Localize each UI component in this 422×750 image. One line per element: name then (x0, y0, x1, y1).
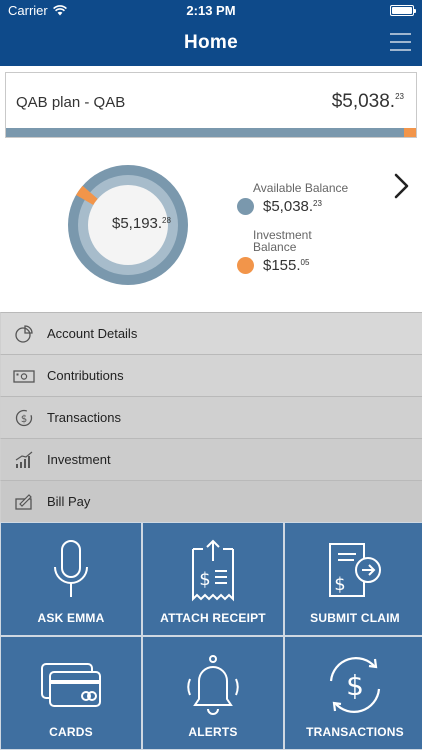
menu-item-label: Contributions (47, 368, 124, 383)
menu-item-label: Bill Pay (47, 494, 91, 509)
plan-balance-bar (6, 128, 416, 137)
available-balance-main: $5,038. (263, 198, 314, 215)
svg-text:$: $ (334, 574, 345, 595)
menu-item-label: Transactions (47, 410, 121, 425)
available-balance-cents: 23 (313, 199, 322, 208)
pie-chart-icon (13, 324, 35, 344)
plan-card[interactable]: QAB plan - QAB $5,038.23 (5, 72, 417, 138)
battery-icon (390, 5, 416, 16)
cards-tile[interactable]: CARDS (1, 637, 141, 749)
svg-text:$: $ (346, 669, 364, 702)
investment-balance-row: $155.05 (237, 257, 387, 274)
menu-line (390, 41, 411, 43)
donut-total-cents: 28 (162, 216, 171, 225)
donut-total-main: $5,193. (112, 215, 163, 232)
menu-item-bill-pay[interactable]: Bill Pay (0, 480, 422, 522)
investment-balance-dot (237, 257, 254, 274)
dollar-circle-icon: $ (13, 408, 35, 428)
tile-label: TRANSACTIONS (306, 725, 404, 739)
tile-label: ATTACH RECEIPT (160, 611, 266, 625)
investment-balance-main: $155. (263, 257, 301, 274)
page-title: Home (184, 32, 238, 53)
menu-list: Account Details Contributions $ Transact… (0, 312, 422, 522)
tile-label: ASK EMMA (37, 611, 105, 625)
microphone-icon (1, 535, 141, 607)
status-time: 2:13 PM (186, 3, 236, 18)
balance-legend: Available Balance $5,038.23 Investment B… (237, 182, 387, 274)
menu-line (390, 33, 411, 35)
alerts-tile[interactable]: ALERTS (143, 637, 283, 749)
growth-bars-icon (13, 450, 35, 470)
investment-balance-value: $155.05 (263, 257, 309, 274)
menu-line (390, 49, 411, 51)
attach-receipt-tile[interactable]: $ ATTACH RECEIPT (143, 523, 283, 635)
quick-action-grid: ASK EMMA $ ATTACH RECEIPT $ SUBMIT CLAIM (0, 522, 422, 750)
investment-balance-label: Investment Balance (253, 228, 312, 254)
svg-text:$: $ (21, 414, 27, 425)
svg-text:$: $ (199, 569, 210, 590)
available-balance-dot (237, 198, 254, 215)
cards-icon (1, 649, 141, 721)
chevron-right-icon[interactable] (390, 172, 414, 200)
ask-emma-tile[interactable]: ASK EMMA (1, 523, 141, 635)
bell-icon (143, 649, 283, 721)
receipt-icon: $ (143, 535, 283, 607)
tile-label: SUBMIT CLAIM (310, 611, 400, 625)
investment-balance-cents: 05 (300, 258, 310, 267)
plan-amount-main: $5,038. (331, 91, 396, 112)
tile-label: ALERTS (188, 725, 238, 739)
menu-item-account-details[interactable]: Account Details (0, 312, 422, 354)
plan-amount-cents: 23 (395, 92, 404, 101)
menu-item-contributions[interactable]: Contributions (0, 354, 422, 396)
submit-claim-tile[interactable]: $ SUBMIT CLAIM (285, 523, 422, 635)
plan-name: QAB plan - QAB (16, 94, 126, 111)
menu-item-transactions[interactable]: $ Transactions (0, 396, 422, 438)
transactions-tile[interactable]: $ TRANSACTIONS (285, 637, 422, 749)
available-balance-value: $5,038.23 (263, 198, 322, 215)
plan-investment-segment (403, 128, 416, 137)
menu-item-label: Account Details (47, 326, 138, 341)
menu-item-label: Investment (47, 452, 111, 467)
menu-item-investment[interactable]: Investment (0, 438, 422, 480)
status-bar: Carrier 2:13 PM (0, 0, 422, 22)
available-balance-row: $5,038.23 (237, 198, 387, 215)
donut-total: $5,193.28 (112, 215, 171, 232)
submit-claim-icon: $ (285, 535, 422, 607)
available-balance-label: Available Balance (253, 181, 349, 195)
top-bar: Carrier 2:13 PM Home (0, 0, 422, 66)
cash-icon (13, 366, 35, 386)
tile-label: CARDS (49, 725, 93, 739)
hamburger-menu-button[interactable] (390, 33, 411, 51)
dollar-cycle-icon: $ (285, 649, 422, 721)
pen-check-icon (13, 492, 35, 512)
plan-amount: $5,038.23 (332, 91, 404, 113)
